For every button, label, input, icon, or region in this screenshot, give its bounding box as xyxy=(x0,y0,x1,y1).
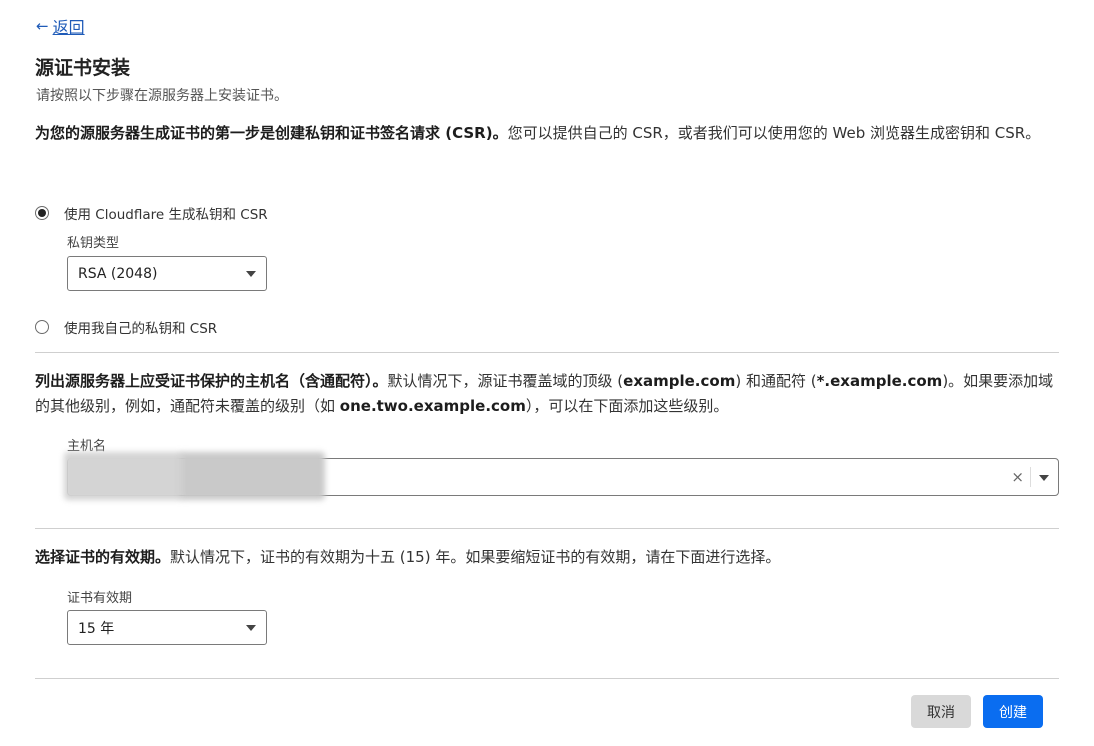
key-type-label: 私钥类型 xyxy=(67,236,120,251)
key-type-value: RSA (2048) xyxy=(78,265,158,282)
divider xyxy=(35,678,1059,679)
divider xyxy=(35,352,1059,353)
validity-intro: 选择证书的有效期。默认情况下，证书的有效期为十五 (15) 年。如果要缩短证书的… xyxy=(35,545,1060,570)
hostnames-intro-text: ），可以在下面添加这些级别。 xyxy=(525,397,729,415)
csr-intro: 为您的源服务器生成证书的第一步是创建私钥和证书签名请求 (CSR)。您可以提供自… xyxy=(35,121,1060,146)
close-icon[interactable]: × xyxy=(1011,468,1024,486)
radio-option-own[interactable]: 使用我自己的私钥和 CSR xyxy=(35,317,217,337)
caret-down-icon[interactable] xyxy=(1039,475,1049,481)
arrow-left-icon: ← xyxy=(36,17,49,35)
redacted-hostname-tag xyxy=(180,452,325,500)
radio-own-label: 使用我自己的私钥和 CSR xyxy=(64,321,218,337)
caret-down-icon xyxy=(246,624,256,631)
divider xyxy=(35,528,1059,529)
validity-intro-bold: 选择证书的有效期。 xyxy=(35,548,171,566)
back-link-label: 返回 xyxy=(52,18,85,37)
hostnames-intro-text: 默认情况下，源证书覆盖域的顶级 ( xyxy=(387,372,624,390)
wildcard-domain: *.example.com xyxy=(816,372,943,390)
page-title: 源证书安装 xyxy=(35,57,131,79)
select-separator xyxy=(1030,467,1031,487)
key-type-select[interactable]: RSA (2048) xyxy=(67,256,267,291)
subdomain-example: one.two.example.com xyxy=(339,397,526,415)
validity-label: 证书有效期 xyxy=(67,591,133,606)
back-link[interactable]: ← 返回 xyxy=(36,14,85,38)
radio-cloudflare-button[interactable] xyxy=(35,206,49,220)
page-subtitle: 请按照以下步骤在源服务器上安装证书。 xyxy=(36,88,288,104)
csr-intro-text: 您可以提供自己的 CSR，或者我们可以使用您的 Web 浏览器生成密钥和 CSR… xyxy=(507,124,1041,142)
radio-own-button[interactable] xyxy=(35,320,49,334)
example-domain: example.com xyxy=(623,372,736,390)
create-button[interactable]: 创建 xyxy=(983,695,1043,728)
validity-value: 15 年 xyxy=(78,620,115,637)
radio-option-cloudflare[interactable]: 使用 Cloudflare 生成私钥和 CSR xyxy=(35,203,268,223)
csr-intro-bold: 为您的源服务器生成证书的第一步是创建私钥和证书签名请求 (CSR)。 xyxy=(35,124,508,142)
caret-down-icon xyxy=(246,270,256,277)
hostnames-intro-text: ) 和通配符 ( xyxy=(735,372,817,390)
cancel-button[interactable]: 取消 xyxy=(911,695,971,728)
validity-select[interactable]: 15 年 xyxy=(67,610,267,645)
validity-intro-text: 默认情况下，证书的有效期为十五 (15) 年。如果要缩短证书的有效期，请在下面进… xyxy=(170,548,781,566)
redacted-hostname-tag xyxy=(64,452,184,500)
radio-cloudflare-label: 使用 Cloudflare 生成私钥和 CSR xyxy=(64,207,268,223)
hostnames-intro: 列出源服务器上应受证书保护的主机名（含通配符）。默认情况下，源证书覆盖域的顶级 … xyxy=(35,369,1060,419)
hostnames-intro-bold: 列出源服务器上应受证书保护的主机名（含通配符）。 xyxy=(35,372,388,390)
